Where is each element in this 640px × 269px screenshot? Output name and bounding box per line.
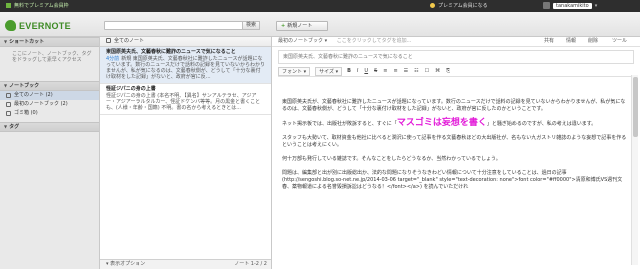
elephant-icon	[5, 20, 16, 31]
note-list: 全てのノート 東国原英夫氏、文藝春秋に難詐のニュースで気になること 4分前 新規 …	[100, 37, 272, 269]
link-icon[interactable]: ⌘	[435, 68, 440, 74]
paragraph: スタッフも大勢いて、取材資金も他社に比べると潤沢に使って記事を作る文藝春秋ほどの…	[282, 135, 627, 148]
info-button[interactable]: 情報	[566, 37, 576, 46]
font-select-label: フォント	[282, 68, 303, 75]
notebooks-title: ノートブック	[9, 83, 40, 89]
format-toolbar: フォント ▾ サイズ ▾ B I U S ≡ ≡ ☰ ☷ ☐ ⌘ ⎘	[278, 66, 634, 77]
font-select[interactable]: フォント ▾	[278, 66, 311, 76]
chevron-down-icon: ▾	[594, 2, 598, 9]
note-excerpt: 怪証ジパニの身の上書 (本名不明、【異名】サンアルテラセ、アジアー・アジアーラル…	[106, 93, 265, 111]
sidebar-item-label: 最初のノートブック (2)	[14, 101, 68, 107]
triangle-down-icon: ▼	[4, 83, 8, 88]
logo-text: EVERNOTE	[19, 20, 71, 31]
notebooks-header[interactable]: ▼ ノートブック	[0, 81, 99, 91]
tags-header[interactable]: ▼ タグ	[0, 122, 99, 132]
note-title-input[interactable]: 東国原英夫氏、文藝春秋に難詐のニュースで気になること	[278, 50, 634, 64]
triangle-down-icon: ▼	[4, 39, 8, 44]
bullet-list-icon[interactable]: ☰	[404, 68, 408, 74]
new-note-label: 新規ノート	[287, 23, 313, 29]
go-premium-link[interactable]: プレミアム会員になる	[430, 2, 488, 9]
view-options-label: 表示オプション	[110, 261, 146, 267]
note-excerpt-text: 新規 東国原英夫氏、文藝春秋社に難詐したニュースが話題になっています。数行のニュ…	[106, 56, 266, 80]
numbered-list-icon[interactable]: ☷	[414, 68, 418, 74]
sidebar: ▼ ショートカット ここにノート、ノートブック、タグをドラッグして素早くアクセス …	[0, 37, 100, 269]
search-button[interactable]: 検索	[242, 21, 260, 30]
top-bar: 無料でプレミアム会員枠 プレミアム会員になる tanakamikito ▾	[0, 0, 640, 12]
go-premium-label: プレミアム会員になる	[438, 3, 488, 9]
note-excerpt: 4分前 新規 東国原英夫氏、文藝春秋社に難詐したニュースが話題になっています。数行…	[106, 56, 265, 80]
paragraph: ネット掲示板では、出版社が敗訴すると、すぐに「マスゴミは妄想を書く」と騒ぎ始める…	[282, 118, 597, 128]
paragraph: 東国原英夫氏が、文藝春秋社に難詐したニュースが話題になっています。数行のニュース…	[282, 99, 626, 112]
premium-icon	[6, 3, 11, 8]
sidebar-item-label: ゴミ箱 (0)	[14, 110, 38, 116]
shortcuts-hint: ここにノート、ノートブック、タグをドラッグして素早くアクセス	[12, 51, 92, 63]
search-box: 検索	[104, 21, 260, 30]
size-select[interactable]: サイズ ▾	[315, 66, 343, 76]
editor-meta-bar: 最初のノートブック ▾ ここをクリックしてタグを追加... 共有 情報 削除 ツ…	[272, 37, 640, 47]
new-note-button[interactable]: + 新規ノート	[276, 21, 328, 31]
trash-icon	[6, 111, 11, 116]
evernote-logo[interactable]: EVERNOTE	[5, 20, 71, 31]
highlight-text: マスゴミは妄想を書く	[396, 118, 487, 128]
note-card[interactable]: 怪証ジパニの身の上書 怪証ジパニの身の上書 (本名不明、【異名】サンアルテラセ、…	[100, 84, 271, 115]
share-button[interactable]: 共有	[544, 37, 554, 46]
italic-button[interactable]: I	[357, 68, 358, 74]
paragraph: 問題は、編集部と出が別に出版総出か、法的な問題になりそうなきわどい情報について十…	[282, 170, 623, 190]
plus-icon: +	[281, 23, 286, 29]
note-list-footer: ▾ 表示オプション ノート 1-2 / 2	[100, 259, 271, 269]
note-list-title: 全てのノート	[114, 38, 145, 44]
note-title: 東国原英夫氏、文藝春秋に難詐のニュースで気になること	[106, 49, 236, 55]
sidebar-item-label: 全てのノート (2)	[14, 92, 53, 98]
underline-button[interactable]: U	[364, 68, 368, 74]
premium-promo-label: 無料でプレミアム会員枠	[14, 3, 69, 9]
note-excerpt-text: 怪証ジパニの身の上書 (本名不明、【異名】サンアルテラセ、アジアー・アジアーラル…	[106, 93, 261, 111]
view-options-button[interactable]: ▾ 表示オプション	[106, 261, 145, 267]
notebook-select-label: 最初のノートブック	[278, 38, 324, 44]
shortcuts-header[interactable]: ▼ ショートカット	[0, 37, 99, 47]
avatar	[543, 2, 550, 9]
note-card[interactable]: 東国原英夫氏、文藝春秋に難詐のニュースで気になること 4分前 新規 東国原英夫氏、…	[100, 47, 271, 84]
align-center-icon[interactable]: ≡	[393, 68, 397, 74]
app-header: EVERNOTE 検索 + 新規ノート	[0, 12, 640, 37]
triangle-down-icon: ▼	[4, 124, 8, 129]
size-select-label: サイズ	[319, 68, 334, 75]
notebook-icon	[106, 38, 111, 43]
tag-input[interactable]: ここをクリックしてタグを追加...	[337, 38, 412, 44]
attach-icon[interactable]: ⎘	[446, 68, 450, 74]
bold-button[interactable]: B	[347, 68, 351, 74]
strikethrough-button[interactable]: S	[374, 68, 377, 74]
checkbox-icon[interactable]: ☐	[425, 68, 429, 74]
note-body[interactable]: 東国原英夫氏が、文藝春秋社に難詐したニュースが話題になっています。数行のニュース…	[282, 99, 627, 198]
note-list-header: 全てのノート	[100, 37, 271, 47]
sidebar-item-trash[interactable]: ゴミ箱 (0)	[0, 109, 99, 118]
editor-scrollbar[interactable]	[631, 75, 638, 265]
paragraph: 何十万部も発行している雑誌です。そんなことをしたらどうなるか、当然わかっているで…	[282, 156, 501, 162]
notebook-select[interactable]: 最初のノートブック ▾	[278, 38, 327, 44]
note-count: ノート 1-2 / 2	[234, 261, 267, 267]
notebook-icon	[6, 102, 11, 107]
account-name: tanakamikito	[553, 2, 592, 9]
premium-promo-link[interactable]: 無料でプレミアム会員枠	[6, 2, 69, 9]
note-editor: 最初のノートブック ▾ ここをクリックしてタグを追加... 共有 情報 削除 ツ…	[272, 37, 640, 269]
note-title: 怪証ジパニの身の上書	[106, 86, 156, 92]
shortcuts-title: ショートカット	[9, 39, 45, 45]
sidebar-item-first-notebook[interactable]: 最初のノートブック (2)	[0, 100, 99, 109]
account-menu[interactable]: tanakamikito ▾	[540, 1, 600, 10]
align-left-icon[interactable]: ≡	[383, 68, 387, 74]
star-icon	[430, 3, 435, 8]
delete-button[interactable]: 削除	[588, 37, 598, 46]
scrollbar-thumb[interactable]	[633, 77, 638, 137]
sidebar-item-all-notes[interactable]: 全てのノート (2)	[0, 91, 99, 100]
notebook-icon	[6, 93, 11, 98]
tags-title: タグ	[9, 124, 20, 130]
tools-button[interactable]: ツール	[612, 37, 627, 46]
